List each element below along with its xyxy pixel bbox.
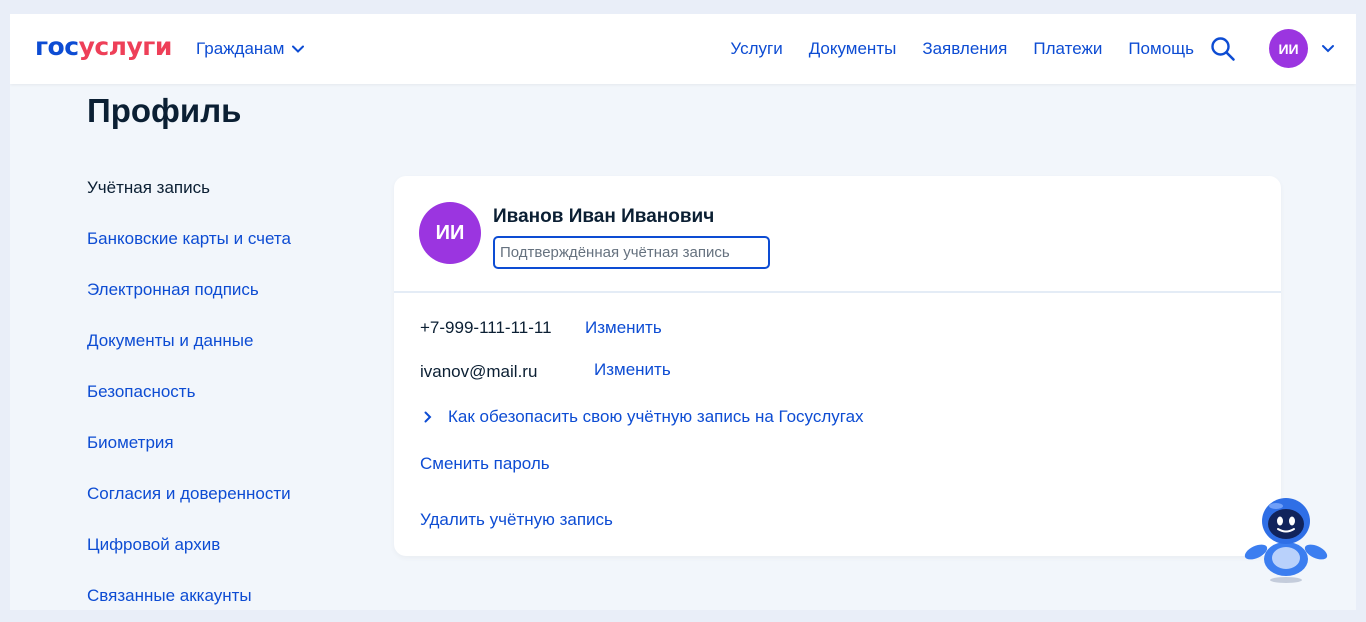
verified-status-badge: Подтверждённая учётная запись [493, 236, 770, 269]
nav-applications[interactable]: Заявления [922, 39, 1007, 59]
change-password-link[interactable]: Сменить пароль [420, 454, 550, 474]
nav-payments[interactable]: Платежи [1033, 39, 1102, 59]
robot-assistant-icon[interactable] [1242, 496, 1332, 586]
nav-documents[interactable]: Документы [809, 39, 897, 59]
user-avatar[interactable]: ИИ [1269, 29, 1308, 68]
divider [394, 291, 1281, 293]
email-value: ivanov@mail.ru [420, 362, 538, 381]
page-title: Профиль [87, 92, 242, 129]
profile-avatar: ИИ [419, 202, 481, 264]
search-icon[interactable] [1210, 36, 1236, 62]
account-card: ИИ Иванов Иван Иванович Подтверждённая у… [394, 176, 1281, 556]
nav-help[interactable]: Помощь [1128, 39, 1194, 59]
sidebar-item-linked-accounts[interactable]: Связанные аккаунты [87, 586, 291, 610]
change-email-link[interactable]: Изменить [594, 360, 671, 380]
main-nav: Услуги Документы Заявления Платежи Помощ… [730, 39, 1194, 59]
gosuslugi-logo[interactable]: госуслуги [35, 32, 172, 61]
sidebar-item-digital-archive[interactable]: Цифровой архив [87, 535, 291, 586]
security-tips-expander[interactable]: Как обезопасить свою учётную запись на Г… [424, 407, 864, 427]
browser-viewport: госуслуги Гражданам Услуги Документы Зая… [10, 14, 1356, 610]
chevron-right-icon [424, 411, 432, 423]
chevron-down-icon [292, 45, 305, 53]
sidebar-item-documents[interactable]: Документы и данные [87, 331, 291, 382]
sidebar-item-e-signature[interactable]: Электронная подпись [87, 280, 291, 331]
nav-services[interactable]: Услуги [730, 39, 782, 59]
change-phone-link[interactable]: Изменить [585, 318, 662, 338]
audience-label: Гражданам [196, 39, 285, 58]
sidebar-item-account[interactable]: Учётная запись [87, 178, 291, 229]
sidebar-item-biometrics[interactable]: Биометрия [87, 433, 291, 484]
profile-sidebar: Учётная запись Банковские карты и счета … [87, 178, 291, 610]
top-header: госуслуги Гражданам Услуги Документы Зая… [10, 14, 1356, 84]
chevron-down-icon[interactable] [1321, 44, 1335, 54]
sidebar-item-security[interactable]: Безопасность [87, 382, 291, 433]
logo-part-gos: гос [35, 32, 79, 61]
sidebar-item-consents[interactable]: Согласия и доверенности [87, 484, 291, 535]
phone-value: +7-999-111-11-11 [420, 318, 552, 337]
logo-part-uslugi: услуги [78, 32, 173, 61]
security-tips-label: Как обезопасить свою учётную запись на Г… [448, 407, 864, 426]
audience-dropdown[interactable]: Гражданам [196, 39, 305, 59]
delete-account-link[interactable]: Удалить учётную запись [420, 510, 613, 530]
sidebar-item-bank-cards[interactable]: Банковские карты и счета [87, 229, 291, 280]
full-name: Иванов Иван Иванович [493, 206, 715, 227]
